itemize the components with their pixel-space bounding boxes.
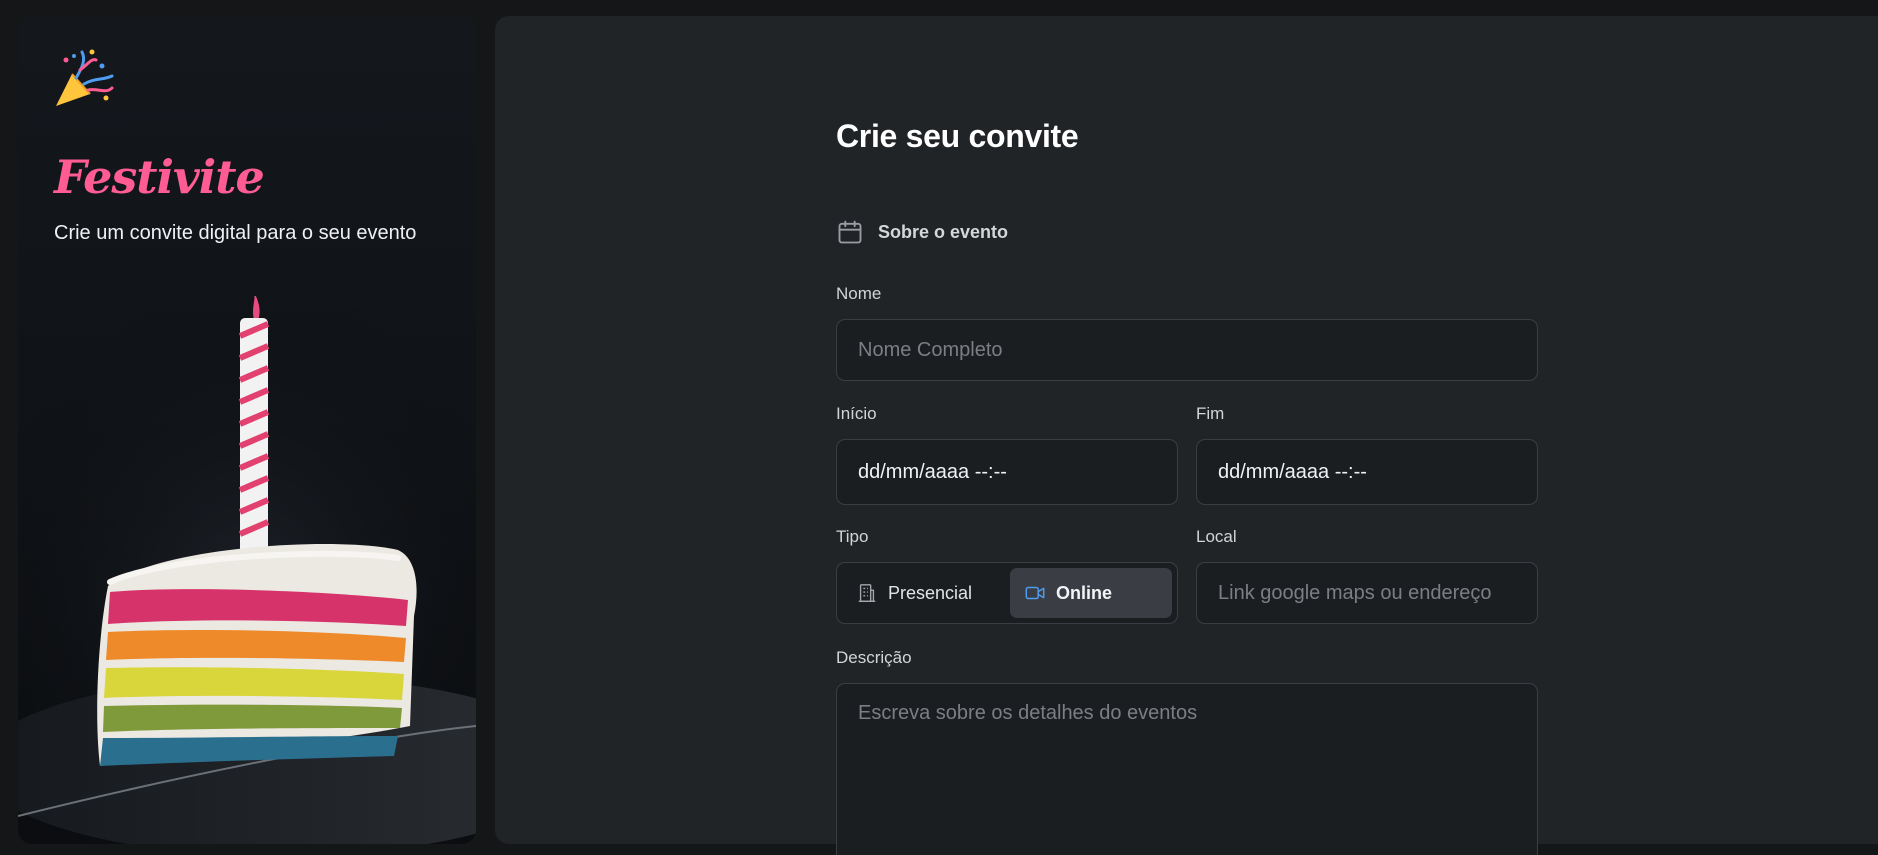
building-icon bbox=[858, 584, 876, 602]
end-label: Fim bbox=[1196, 404, 1225, 423]
description-field bbox=[836, 683, 1538, 855]
sidebar: Festivite Crie um convite digital para o… bbox=[18, 16, 476, 844]
page-title: Crie seu convite bbox=[836, 118, 1079, 154]
end-datetime-input[interactable]: dd/mm/aaaa --:-- bbox=[1196, 439, 1538, 505]
name-input[interactable] bbox=[858, 338, 1516, 362]
location-label: Local bbox=[1196, 527, 1237, 546]
section-title: Sobre o evento bbox=[878, 221, 1009, 242]
video-camera-icon bbox=[1025, 586, 1045, 600]
type-option-label: Presencial bbox=[888, 582, 973, 603]
type-option-label: Online bbox=[1056, 582, 1113, 603]
event-type-toggle: Presencial Online bbox=[836, 562, 1178, 624]
brand-logo-text: Festivite bbox=[54, 150, 265, 204]
section-header: Sobre o evento bbox=[836, 218, 1008, 246]
location-field bbox=[1196, 562, 1538, 624]
main-panel: Crie seu convite Sobre o evento Nome Iní… bbox=[495, 16, 1878, 855]
type-option-presencial[interactable]: Presencial bbox=[842, 568, 1004, 618]
start-label: Início bbox=[836, 404, 877, 423]
description-label: Descrição bbox=[836, 648, 912, 667]
party-popper-icon bbox=[56, 49, 114, 106]
location-input[interactable] bbox=[1218, 581, 1516, 605]
type-option-online[interactable]: Online bbox=[1010, 568, 1172, 618]
name-label: Nome bbox=[836, 284, 882, 303]
tagline: Crie um convite digital para o seu event… bbox=[54, 222, 417, 244]
type-label: Tipo bbox=[836, 527, 869, 546]
start-datetime-input[interactable]: dd/mm/aaaa --:-- bbox=[836, 439, 1178, 505]
calendar-icon bbox=[838, 220, 862, 244]
start-datetime-value: dd/mm/aaaa --:-- bbox=[858, 460, 1007, 483]
description-textarea[interactable] bbox=[858, 684, 1516, 855]
cake-image bbox=[18, 296, 476, 844]
end-datetime-value: dd/mm/aaaa --:-- bbox=[1218, 460, 1367, 483]
name-field bbox=[836, 319, 1538, 381]
